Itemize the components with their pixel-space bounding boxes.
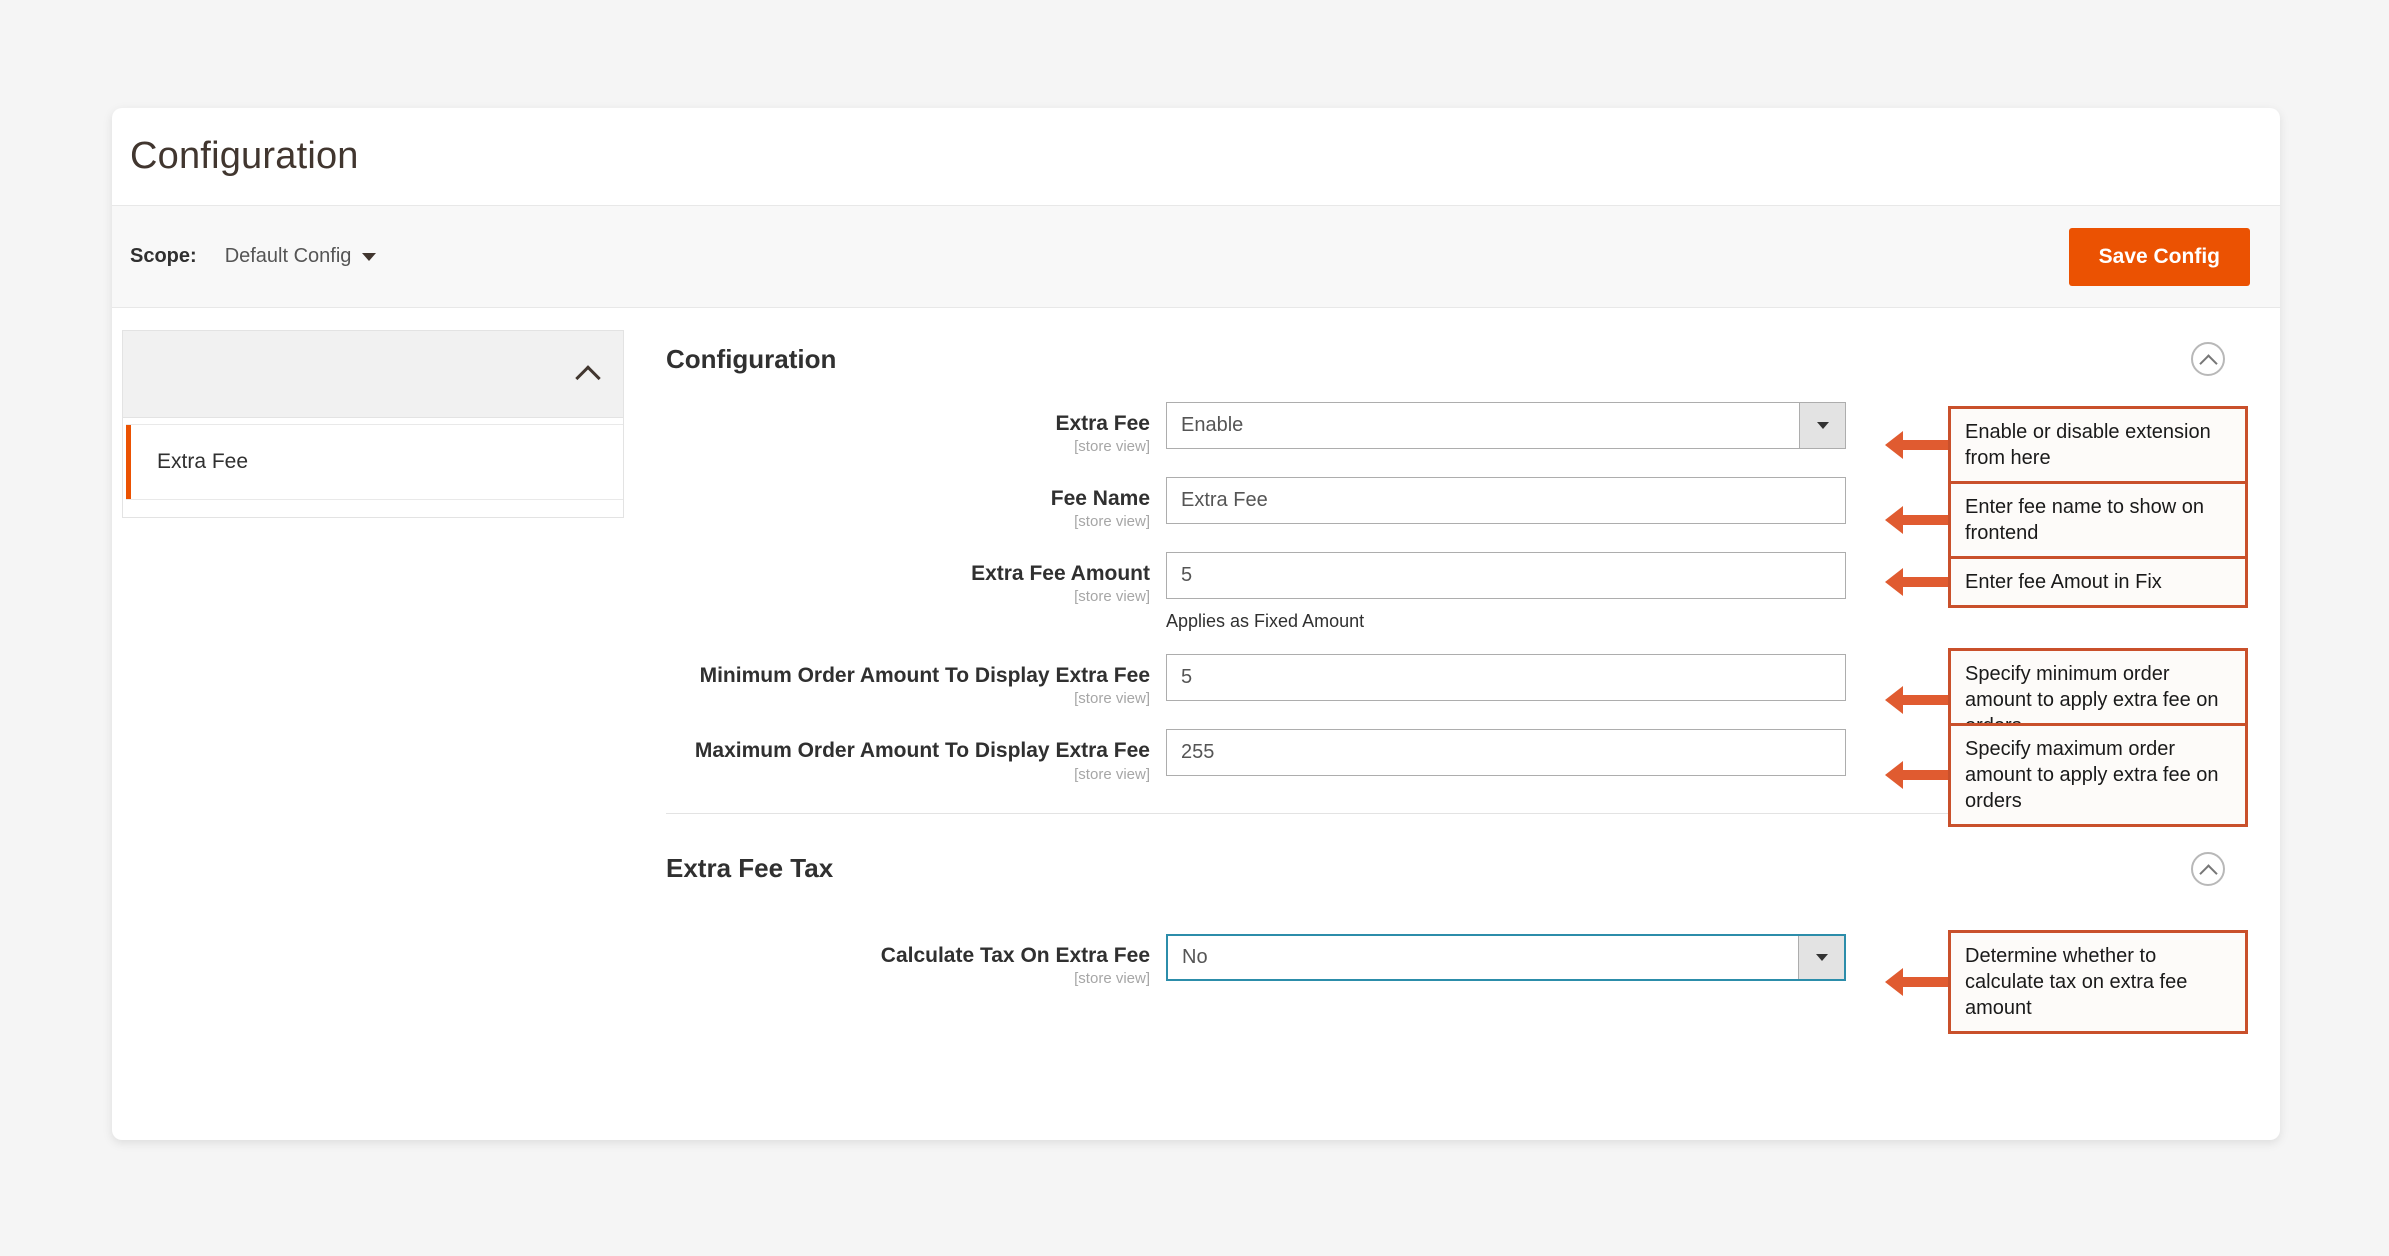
- field-control-cell: Enable: [1166, 402, 1846, 449]
- annotation-extra-fee-amount: Enter fee Amout in Fix: [1885, 556, 2248, 609]
- field-scope-hint: [store view]: [1074, 765, 1150, 783]
- field-row-maximum-order-amount: Maximum Order Amount To Display Extra Fe…: [666, 723, 2248, 828]
- scope-selector-value: Default Config: [224, 245, 352, 267]
- section-extra-fee-tax: Extra Fee Tax Calculate Tax On Extra Fee…: [666, 840, 2248, 1034]
- field-label-cell: Minimum Order Amount To Display Extra Fe…: [666, 654, 1166, 707]
- field-label: Maximum Order Amount To Display Extra Fe…: [694, 739, 1150, 763]
- annotation-calculate-tax: Determine whether to calculate tax on ex…: [1885, 929, 2248, 1034]
- extra-fee-amount-input[interactable]: [1166, 552, 1846, 600]
- annotation-arrow-icon: [1885, 686, 1948, 715]
- scope-label: Scope:: [130, 245, 197, 267]
- field-scope-hint: [store view]: [1074, 588, 1150, 606]
- nav-group-header[interactable]: [122, 330, 624, 418]
- scope-selector[interactable]: Default Config: [225, 245, 377, 268]
- section-configuration: Configuration Extra Fee [store view] Ena…: [666, 330, 2248, 828]
- annotation-arrow-icon: [1885, 967, 1948, 996]
- field-row-minimum-order-amount: Minimum Order Amount To Display Extra Fe…: [666, 648, 2248, 753]
- annotation-extra-fee: Enable or disable extension from here: [1885, 406, 2248, 484]
- minimum-order-amount-input[interactable]: [1166, 654, 1846, 702]
- caret-down-icon: [362, 252, 377, 261]
- select-dropdown-button[interactable]: [1798, 935, 1844, 979]
- config-nav: Extra Fee: [122, 330, 624, 1009]
- chevron-up-circle-icon[interactable]: [2191, 342, 2225, 376]
- nav-item-list: Extra Fee: [122, 418, 624, 518]
- section-header: Extra Fee Tax: [666, 840, 2225, 912]
- field-control-cell: [1166, 477, 1846, 525]
- panel-body: Extra Fee Configuration Extra Fee [store…: [112, 308, 2280, 1034]
- field-label: Extra Fee Amount: [971, 562, 1150, 586]
- annotation-text: Enter fee name to show on frontend: [1948, 481, 2248, 560]
- select-value: Enable: [1181, 414, 1244, 436]
- config-content: Configuration Extra Fee [store view] Ena…: [624, 330, 2280, 1034]
- page-title: Configuration: [130, 135, 359, 177]
- section-title: Configuration: [666, 343, 837, 374]
- field-label-cell: Fee Name [store view]: [666, 477, 1166, 530]
- field-control-cell: Applies as Fixed Amount: [1166, 552, 1846, 632]
- field-scope-hint: [store view]: [1074, 690, 1150, 708]
- field-scope-hint: [store view]: [1074, 513, 1150, 531]
- field-note: Applies as Fixed Amount: [1166, 611, 1365, 632]
- field-row-fee-name: Fee Name [store view] Enter fee name to …: [666, 477, 2248, 560]
- scope-bar: Scope: Default Config Save Config: [112, 206, 2280, 308]
- maximum-order-amount-input[interactable]: [1166, 729, 1846, 777]
- section-divider: [666, 812, 2225, 814]
- caret-down-icon: [1816, 422, 1829, 429]
- caret-down-icon: [1815, 953, 1828, 961]
- annotation-text: Enable or disable extension from here: [1948, 406, 2248, 484]
- save-config-button[interactable]: Save Config: [2068, 227, 2250, 286]
- select-dropdown-button[interactable]: [1799, 403, 1845, 448]
- field-scope-hint: [store view]: [1074, 969, 1150, 987]
- field-label-cell: Maximum Order Amount To Display Extra Fe…: [666, 729, 1166, 782]
- section-title: Extra Fee Tax: [666, 853, 834, 884]
- field-control-cell: [1166, 729, 1846, 777]
- section-header: Configuration: [666, 330, 2225, 402]
- calculate-tax-select[interactable]: No: [1166, 933, 1846, 981]
- field-label: Extra Fee: [1055, 412, 1150, 435]
- chevron-up-icon: [575, 364, 601, 391]
- select-value: No: [1182, 945, 1208, 968]
- field-scope-hint: [store view]: [1074, 438, 1150, 456]
- annotation-arrow-icon: [1885, 568, 1948, 597]
- annotation-text: Enter fee Amout in Fix: [1948, 556, 2248, 609]
- field-row-calculate-tax: Calculate Tax On Extra Fee [store view] …: [666, 929, 2248, 1034]
- field-control-cell: No: [1166, 933, 1846, 981]
- field-label: Fee Name: [1050, 487, 1150, 511]
- field-control-cell: [1166, 654, 1846, 702]
- field-label: Calculate Tax On Extra Fee: [880, 943, 1150, 967]
- annotation-arrow-icon: [1885, 761, 1948, 790]
- sidebar-item-extra-fee[interactable]: Extra Fee: [126, 425, 623, 499]
- field-label-cell: Extra Fee [store view]: [666, 402, 1166, 455]
- annotation-arrow-icon: [1885, 431, 1948, 459]
- chevron-up-circle-icon[interactable]: [2191, 851, 2225, 886]
- field-label-cell: Extra Fee Amount [store view]: [666, 552, 1166, 605]
- field-label-cell: Calculate Tax On Extra Fee [store view]: [666, 934, 1166, 987]
- field-row-extra-fee: Extra Fee [store view] Enable Enable or …: [666, 402, 2248, 484]
- extra-fee-select[interactable]: Enable: [1166, 402, 1846, 449]
- configuration-panel: Configuration Scope: Default Config Save…: [112, 108, 2280, 1140]
- annotation-fee-name: Enter fee name to show on frontend: [1885, 481, 2248, 560]
- page-header: Configuration: [112, 108, 2280, 206]
- field-row-extra-fee-amount: Extra Fee Amount [store view] Applies as…: [666, 552, 2248, 632]
- annotation-text: Determine whether to calculate tax on ex…: [1948, 929, 2248, 1034]
- fee-name-input[interactable]: [1166, 477, 1846, 525]
- annotation-arrow-icon: [1885, 506, 1948, 535]
- field-label: Minimum Order Amount To Display Extra Fe…: [699, 664, 1150, 688]
